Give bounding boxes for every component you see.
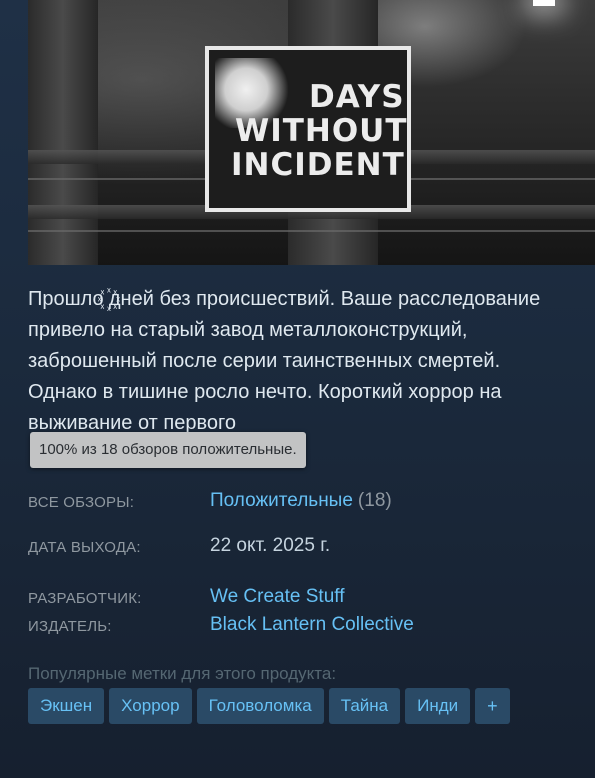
publisher-label: ИЗДАТЕЛЬ: [28, 618, 112, 635]
reviews-count: (18) [357, 490, 392, 511]
ceiling-light [533, 0, 555, 6]
publisher-link[interactable]: Black Lantern Collective [210, 614, 414, 636]
reviews-tooltip: 100% из 18 обзоров положительные. [30, 432, 306, 468]
all-reviews-value[interactable]: Положительные (18) [210, 490, 392, 512]
tag-mystery[interactable]: Тайна [328, 688, 401, 724]
tag-action[interactable]: Экшен [28, 688, 105, 724]
game-logo: DAYS WITHOUT INCIDENT [205, 46, 411, 212]
developer-label: РАЗРАБОТЧИК: [28, 590, 142, 607]
logo-line-days: DAYS [309, 79, 405, 115]
developer-row: РАЗРАБОТЧИК: We Create Stuff [28, 586, 568, 614]
popular-tags-label: Популярные метки для этого продукта: [28, 664, 337, 683]
game-capsule-image: DAYS WITHOUT INCIDENT [28, 0, 595, 265]
tag-indie[interactable]: Инди [405, 688, 471, 724]
description-text-before: Прошло [28, 288, 109, 310]
logo-line-incident: INCIDENT [231, 147, 405, 183]
release-date-row: ДАТА ВЫХОДА: 22 окт. 2025 г. [28, 535, 568, 563]
pillar-left [28, 0, 98, 265]
publisher-row: ИЗДАТЕЛЬ: Black Lantern Collective [28, 614, 568, 642]
release-date-value: 22 окт. 2025 г. [210, 535, 331, 556]
popular-tags: Экшен Хоррор Головоломка Тайна Инди + [28, 688, 510, 724]
release-date-label: ДАТА ВЫХОДА: [28, 539, 141, 556]
developer-link[interactable]: We Create Stuff [210, 586, 344, 608]
game-description: Прошло ꙰꙰дней без происшествий. Ваше рас… [28, 284, 568, 439]
tag-horror[interactable]: Хоррор [109, 688, 192, 724]
all-reviews-row: ВСЕ ОБЗОРЫ: Положительные (18) [28, 490, 568, 518]
all-reviews-label: ВСЕ ОБЗОРЫ: [28, 494, 135, 511]
rail-lower [28, 230, 595, 232]
reviews-summary[interactable]: Положительные [210, 490, 353, 511]
add-tag-button[interactable]: + [475, 688, 510, 724]
logo-line-without: WITHOUT [235, 113, 408, 149]
tag-puzzle[interactable]: Головоломка [196, 688, 324, 724]
